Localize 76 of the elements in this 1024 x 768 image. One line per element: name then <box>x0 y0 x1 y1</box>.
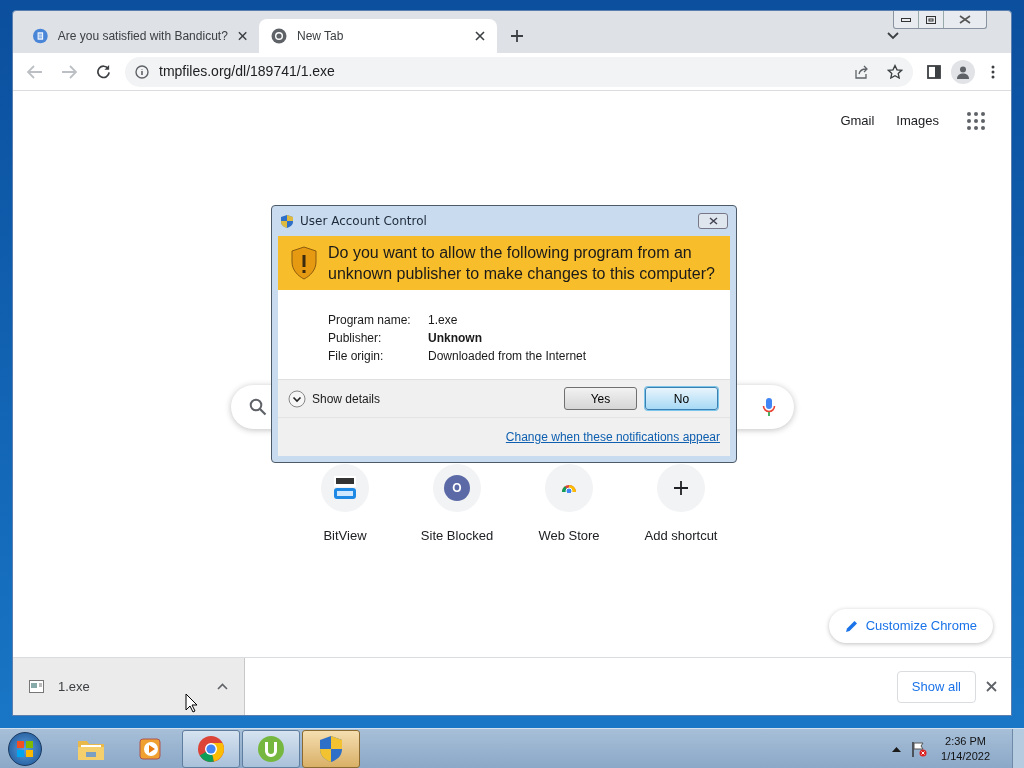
field-label: Program name: <box>328 312 412 329</box>
tab-title: New Tab <box>297 28 345 45</box>
shortcut-tile[interactable]: O Site Blocked <box>401 464 513 554</box>
dialog-button[interactable]: No <box>645 387 718 410</box>
url-text: tmpfiles.org/dl/189741/1.exe <box>159 62 335 81</box>
show-hidden-icons-icon[interactable] <box>892 745 902 752</box>
show-all-button[interactable]: Show all <box>896 670 976 703</box>
close-button[interactable] <box>698 213 728 229</box>
address-bar[interactable]: tmpfiles.org/dl/189741/1.exe <box>125 56 913 87</box>
tab-search-button[interactable] <box>887 32 899 40</box>
pencil-icon <box>844 619 858 633</box>
shield-icon <box>318 734 344 763</box>
menu-icon[interactable] <box>991 64 995 79</box>
browser-tab[interactable]: Are you satisfied with Bandicut? <box>21 19 259 53</box>
plus-icon <box>510 29 524 43</box>
close-icon <box>959 15 971 24</box>
shortcut-tile[interactable]: Web Store <box>513 464 625 554</box>
apps-grid-icon[interactable] <box>967 111 985 130</box>
clock-date: 1/14/2022 <box>941 748 990 764</box>
show-details-button[interactable]: Show details <box>288 389 381 408</box>
side-panel-icon[interactable] <box>927 64 941 79</box>
tab-title: Are you satisfied with Bandicut? <box>57 28 228 45</box>
shortcut-tile[interactable]: BitView <box>289 464 401 554</box>
shortcut-label: BitView <box>323 527 367 545</box>
download-filename: 1.exe <box>58 677 91 696</box>
reload-icon <box>95 64 111 79</box>
field-value: Unknown <box>428 330 482 347</box>
flag-alert-icon[interactable] <box>911 740 928 757</box>
star-icon[interactable] <box>887 63 903 80</box>
field-value: Downloaded from the Internet <box>428 348 587 365</box>
download-item[interactable]: 1.exe <box>13 658 245 715</box>
mouse-cursor-icon <box>185 693 198 713</box>
field-label: Publisher: <box>328 330 383 347</box>
document-icon <box>33 28 48 44</box>
shortcut-label: Web Store <box>538 527 600 545</box>
minimize-icon <box>901 17 911 22</box>
shortcut-label: Site Blocked <box>420 527 494 545</box>
back-arrow-icon <box>27 64 43 79</box>
taskbar-button[interactable] <box>242 729 300 768</box>
taskbar-button[interactable] <box>182 729 240 768</box>
close-icon[interactable] <box>986 681 997 692</box>
shortcut-tile[interactable]: Add shortcut <box>625 464 737 554</box>
chevron-up-icon[interactable] <box>217 683 228 690</box>
microphone-icon[interactable] <box>762 397 776 417</box>
clock-time: 2:36 PM <box>945 733 986 749</box>
warning-shield-icon <box>290 246 318 280</box>
taskbar-button[interactable] <box>302 729 360 768</box>
customize-chrome-button[interactable]: Customize Chrome <box>828 609 993 643</box>
profile-avatar[interactable] <box>951 59 975 84</box>
chrome-icon <box>271 28 287 44</box>
share-icon[interactable] <box>854 64 869 79</box>
windows-logo-icon <box>16 739 34 758</box>
chrome-icon <box>197 734 225 763</box>
program-file-icon <box>29 680 44 693</box>
field-value: 1.exe <box>428 312 458 329</box>
top-link[interactable]: Images <box>892 111 943 131</box>
expand-chevron-icon <box>288 389 306 408</box>
start-button[interactable] <box>8 731 42 766</box>
search-icon <box>249 398 267 416</box>
dialog-question: Do you want to allow the following program from an unknown publisher to make changes to this computer? <box>328 243 716 284</box>
info-icon <box>135 64 149 79</box>
field-label: File origin: <box>328 348 385 365</box>
dialog-title: User Account Control <box>300 213 427 230</box>
shortcut-label: Add shortcut <box>644 527 718 545</box>
close-tab-icon[interactable] <box>237 31 247 41</box>
close-icon <box>708 217 718 225</box>
browser-tab[interactable]: New Tab <box>259 19 497 53</box>
chevron-down-icon <box>887 32 899 40</box>
forward-arrow-icon <box>61 64 77 79</box>
letter-avatar: O <box>444 475 470 501</box>
plus-icon <box>673 480 689 496</box>
shield-icon <box>280 213 294 229</box>
top-link[interactable]: Gmail <box>836 111 879 131</box>
dialog-button[interactable]: Yes <box>564 387 637 410</box>
close-tab-icon[interactable] <box>475 31 485 41</box>
restore-icon <box>926 15 936 24</box>
